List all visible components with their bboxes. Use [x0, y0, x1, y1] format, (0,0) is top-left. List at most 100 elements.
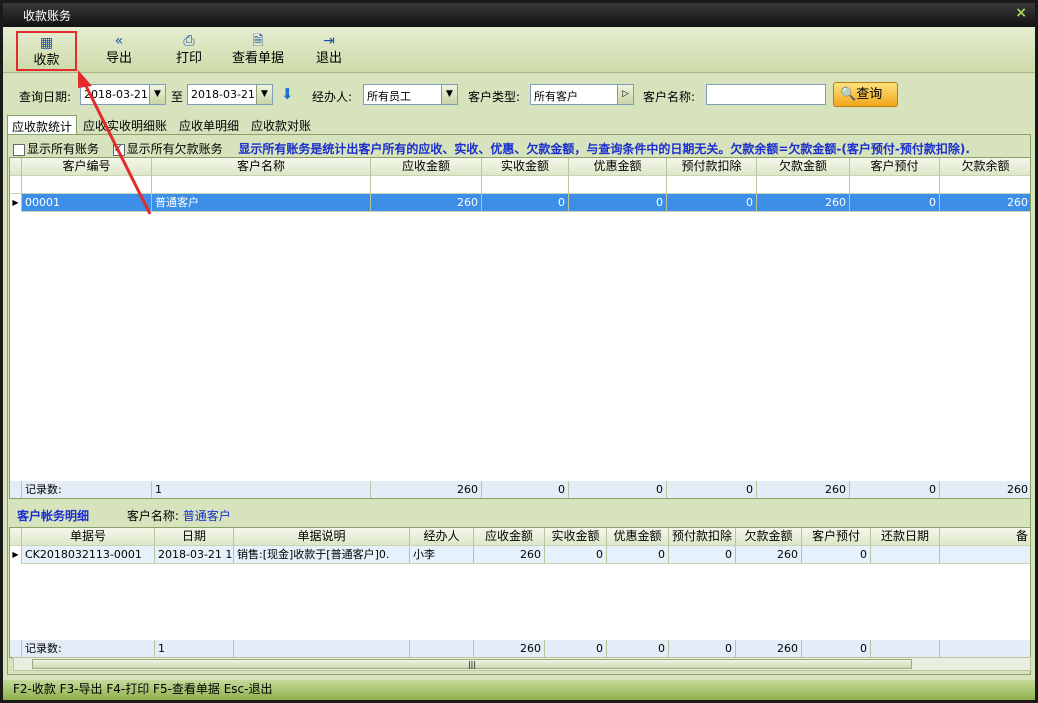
summary-footer: 记录数: 1 260 0 0 0 260 0 260	[10, 481, 1030, 498]
cell-receivable: 260	[371, 194, 482, 212]
view-document-button[interactable]: 🗎 查看单据	[229, 31, 287, 71]
date-to-picker[interactable]: 2018-03-21 ▼	[187, 84, 273, 105]
col-d-prepay[interactable]: 客户预付	[802, 528, 871, 546]
col-repay-date[interactable]: 还款日期	[871, 528, 940, 546]
view-document-label: 查看单据	[231, 51, 284, 66]
col-arrears-balance[interactable]: 欠款余额	[940, 158, 1030, 176]
footer-d-discount: 0	[607, 640, 669, 657]
exit-door-icon: ⇥	[323, 33, 335, 49]
col-d-prepay-deduct[interactable]: 预付款扣除	[669, 528, 736, 546]
export-button[interactable]: « 导出	[95, 31, 143, 71]
export-label: 导出	[105, 51, 132, 66]
receive-payment-button[interactable]: ▦ 收款	[16, 31, 77, 71]
notice-text: 显示所有账务是统计出客户所有的应收、实收、优惠、欠款金额，与查询条件中的日期无关…	[238, 142, 970, 156]
cell-d-received: 0	[545, 546, 607, 564]
footer-discount: 0	[569, 481, 667, 498]
cell-remark	[940, 546, 1030, 564]
footer-d-record-label: 记录数:	[22, 640, 155, 657]
double-chevron-left-icon: «	[114, 33, 124, 49]
cell-customer-name: 普通客户	[152, 194, 371, 212]
col-d-discount[interactable]: 优惠金额	[607, 528, 669, 546]
col-received[interactable]: 实收金额	[482, 158, 569, 176]
tab-receivable-orders[interactable]: 应收单明细	[175, 115, 243, 134]
col-prepay-deduct[interactable]: 预付款扣除	[667, 158, 757, 176]
handler-value: 所有员工	[367, 90, 411, 103]
detail-grid: 单据号 日期 单据说明 经办人 应收金额 实收金额 优惠金额 预付款扣除 欠款金…	[9, 527, 1031, 658]
detail-header: 单据号 日期 单据说明 经办人 应收金额 实收金额 优惠金额 预付款扣除 欠款金…	[10, 528, 1030, 546]
col-remark[interactable]: 备	[940, 528, 1030, 546]
col-arrears[interactable]: 欠款金额	[757, 158, 850, 176]
cell-d-prepay: 0	[802, 546, 871, 564]
chevron-down-icon[interactable]: ▼	[441, 85, 457, 104]
chevron-down-icon[interactable]: ▼	[149, 85, 165, 104]
tab-receivable-reconciliation[interactable]: 应收款对账	[247, 115, 315, 134]
col-customer-code[interactable]: 客户编号	[22, 158, 152, 176]
footer-d-prepay-deduct: 0	[669, 640, 736, 657]
horizontal-scrollbar[interactable]: |||	[13, 657, 1031, 671]
search-label: 查询	[856, 87, 883, 102]
cell-arrears-balance: 260	[940, 194, 1030, 212]
show-all-checkbox[interactable]	[13, 143, 25, 156]
show-all-label: 显示所有账务	[27, 142, 100, 156]
cell-d-receivable: 260	[474, 546, 545, 564]
col-doc-no[interactable]: 单据号	[22, 528, 155, 546]
cell-arrears: 260	[757, 194, 850, 212]
cell-d-prepay-deduct: 0	[669, 546, 736, 564]
customer-type-label: 客户类型:	[468, 90, 521, 104]
col-date[interactable]: 日期	[155, 528, 234, 546]
chevron-down-icon[interactable]: ▼	[256, 85, 272, 104]
show-arrears-checkbox[interactable]	[112, 142, 125, 156]
summary-grid: 客户编号 客户名称 应收金额 实收金额 优惠金额 预付款扣除 欠款金额 客户预付…	[9, 157, 1031, 499]
calendar-icon: ▦	[39, 35, 54, 51]
customer-name-label: 客户名称:	[643, 90, 696, 104]
cell-d-discount: 0	[607, 546, 669, 564]
cell-d-arrears: 260	[736, 546, 802, 564]
customer-type-select[interactable]: 所有客户 ▷	[530, 84, 634, 105]
title-bar: 收款账务 ×	[3, 3, 1035, 27]
handler-label: 经办人:	[312, 90, 353, 104]
client-area: ▦ 收款 « 导出 ⎙ 打印 🗎 查看单据 ⇥ 退出 查询日期: 2018-03…	[3, 27, 1035, 700]
close-icon[interactable]: ×	[1015, 5, 1027, 21]
search-icon: 🔍	[840, 87, 857, 102]
footer-arrears: 260	[757, 481, 850, 498]
receive-payment-label: 收款	[33, 53, 60, 68]
col-receivable[interactable]: 应收金额	[371, 158, 482, 176]
col-customer-name[interactable]: 客户名称	[152, 158, 371, 176]
filter-row	[10, 176, 1030, 194]
cell-received: 0	[482, 194, 569, 212]
table-row[interactable]: ▶ 00001 普通客户 260 0 0 0 260 0 260	[10, 194, 1030, 212]
col-discount[interactable]: 优惠金额	[569, 158, 667, 176]
table-row[interactable]: ▶ CK2018032113-0001 2018-03-21 10 销售:[现金…	[10, 546, 1030, 564]
show-arrears-label: 显示所有欠款账务	[126, 142, 223, 156]
footer-d-receivable: 260	[474, 640, 545, 657]
col-d-received[interactable]: 实收金额	[545, 528, 607, 546]
footer-d-prepay: 0	[802, 640, 871, 657]
col-doc-desc[interactable]: 单据说明	[234, 528, 410, 546]
tab-receivable-stats[interactable]: 应收款统计	[7, 115, 78, 134]
printer-icon: ⎙	[183, 33, 195, 49]
print-button[interactable]: ⎙ 打印	[165, 31, 213, 71]
date-from-value: 2018-03-21	[84, 88, 148, 101]
customer-name-input[interactable]	[706, 84, 826, 105]
search-button[interactable]: 🔍查询	[833, 82, 898, 107]
tab-receivable-detail-ledger[interactable]: 应收实收明细账	[79, 115, 171, 134]
date-from-picker[interactable]: 2018-03-21 ▼	[80, 84, 166, 105]
footer-record-label: 记录数:	[22, 481, 152, 498]
handler-select[interactable]: 所有员工 ▼	[363, 84, 458, 105]
col-d-receivable[interactable]: 应收金额	[474, 528, 545, 546]
cell-prepay: 0	[850, 194, 940, 212]
col-prepay[interactable]: 客户预付	[850, 158, 940, 176]
document-search-icon: 🗎	[252, 33, 264, 49]
cell-doc-no: CK2018032113-0001	[22, 546, 155, 564]
footer-d-record-count: 1	[155, 640, 234, 657]
exit-button[interactable]: ⇥ 退出	[305, 31, 353, 71]
options-row: 显示所有账务 显示所有欠款账务 显示所有账务是统计出客户所有的应收、实收、优惠、…	[13, 140, 970, 156]
date-to-value: 2018-03-21	[191, 88, 255, 101]
col-d-arrears[interactable]: 欠款金额	[736, 528, 802, 546]
col-handler[interactable]: 经办人	[410, 528, 474, 546]
cell-handler: 小李	[410, 546, 474, 564]
chevron-right-icon[interactable]: ▷	[617, 85, 633, 104]
customer-type-value: 所有客户	[534, 90, 578, 103]
scrollbar-thumb[interactable]: |||	[32, 659, 912, 669]
arrow-down-icon[interactable]: ⬇	[281, 85, 294, 103]
